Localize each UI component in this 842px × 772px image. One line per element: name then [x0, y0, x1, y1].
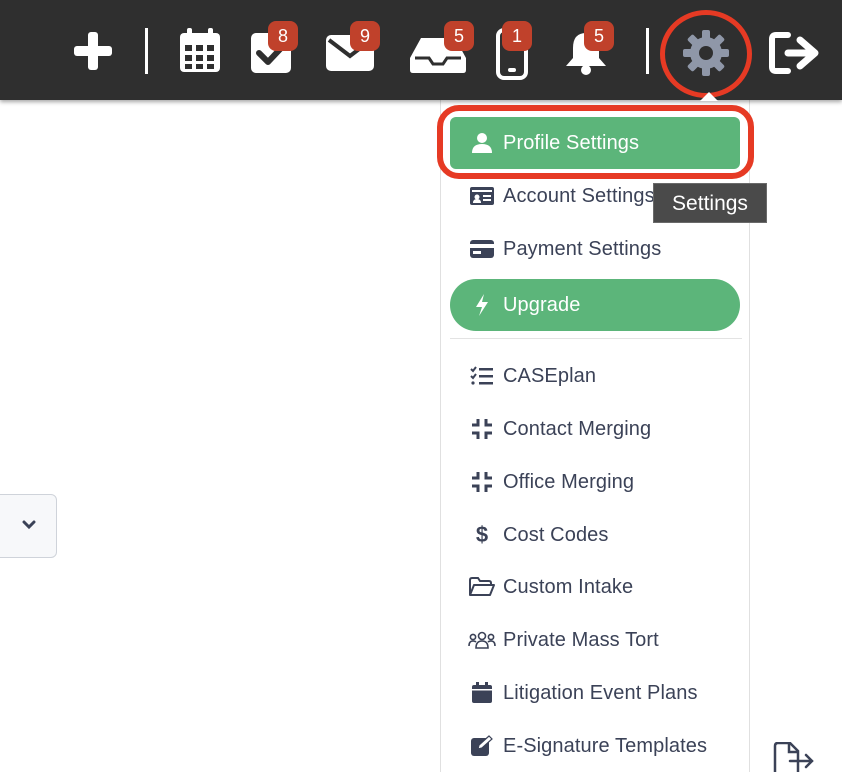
menu-item-label: Upgrade [503, 293, 581, 316]
toolbar-divider [646, 28, 649, 74]
users-icon [468, 628, 496, 652]
menu-item-label: Contact Merging [503, 417, 652, 440]
toolbar-divider [145, 28, 148, 74]
menu-item-label: Custom Intake [503, 575, 634, 598]
menu-item-e-signature-templates[interactable]: E-Signature Templates [450, 720, 740, 772]
menu-item-cost-codes[interactable]: $ Cost Codes [450, 509, 740, 561]
menu-item-private-mass-tort[interactable]: Private Mass Tort [450, 614, 740, 666]
menu-item-label: Cost Codes [503, 523, 609, 546]
collapsed-select[interactable] [0, 494, 57, 558]
mail-badge: 9 [350, 21, 380, 51]
menu-item-contact-merging[interactable]: Contact Merging [450, 403, 740, 455]
file-export-icon[interactable] [772, 741, 816, 772]
mobile-badge: 1 [502, 21, 532, 51]
menu-item-label: E-Signature Templates [503, 734, 708, 757]
dollar-icon: $ [475, 522, 489, 547]
menu-item-upgrade[interactable]: Upgrade [450, 279, 740, 331]
sign-out-icon[interactable] [768, 31, 822, 80]
menu-item-label: CASEplan [503, 364, 597, 387]
menu-item-caseplan[interactable]: CASEplan [450, 350, 740, 402]
top-bar: 8 9 5 1 5 [0, 0, 842, 100]
chevron-down-icon [22, 517, 36, 535]
menu-item-payment-settings[interactable]: Payment Settings [450, 223, 740, 275]
calendar-icon[interactable] [179, 27, 221, 78]
menu-item-label: Account Settings [503, 184, 655, 207]
edit-icon [468, 734, 496, 758]
inbox-badge: 5 [444, 21, 474, 51]
compress-icon [468, 417, 496, 441]
credit-card-icon [468, 237, 496, 261]
menu-item-label: Payment Settings [503, 237, 662, 260]
menu-item-office-merging[interactable]: Office Merging [450, 456, 740, 508]
bolt-icon [468, 293, 496, 317]
calendar-icon [468, 681, 496, 705]
profile-settings-highlight [437, 105, 754, 179]
checklist-icon [468, 364, 496, 388]
compress-icon [468, 470, 496, 494]
folder-open-icon [468, 575, 496, 599]
menu-item-label: Litigation Event Plans [503, 681, 698, 704]
tasks-badge: 8 [268, 21, 298, 51]
menu-divider [450, 338, 742, 339]
menu-pointer [700, 92, 718, 101]
id-card-icon [468, 184, 496, 208]
menu-item-label: Office Merging [503, 470, 635, 493]
gear-highlight-circle [660, 10, 752, 98]
add-icon[interactable] [72, 30, 114, 77]
menu-item-litigation-event-plans[interactable]: Litigation Event Plans [450, 667, 740, 719]
notifications-badge: 5 [584, 21, 614, 51]
settings-tooltip: Settings [653, 183, 767, 223]
menu-item-custom-intake[interactable]: Custom Intake [450, 561, 740, 613]
menu-item-label: Private Mass Tort [503, 628, 659, 651]
